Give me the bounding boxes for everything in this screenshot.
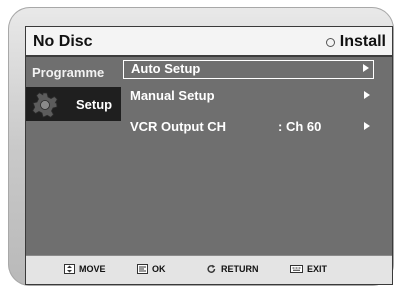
menu-item-label: Auto Setup — [131, 61, 201, 76]
ok-icon — [137, 264, 148, 274]
return-label: RETURN — [221, 264, 259, 274]
menu-item-label: Manual Setup — [130, 88, 215, 103]
gear-icon — [32, 92, 58, 118]
ring-icon — [325, 38, 335, 47]
move-label: MOVE — [79, 264, 106, 274]
tab-setup-label: Setup — [76, 97, 113, 112]
arrow-right-icon — [363, 64, 369, 72]
move-icon — [64, 264, 75, 274]
arrow-right-icon — [364, 91, 370, 99]
header-bar: No Disc Install — [26, 27, 392, 57]
ok-label: OK — [152, 264, 166, 274]
menu-item-vcr-output-ch[interactable]: VCR Output CH : Ch 60 — [123, 117, 374, 136]
osd-screen: No Disc Install Programme Setup Auto Set… — [25, 26, 393, 285]
menu-item-manual-setup[interactable]: Manual Setup — [123, 86, 374, 105]
move-hint: MOVE — [64, 264, 106, 274]
return-hint: RETURN — [206, 264, 259, 274]
ok-hint: OK — [137, 264, 166, 274]
exit-icon — [290, 265, 303, 273]
tab-programme[interactable]: Programme — [26, 61, 121, 85]
tab-setup[interactable]: Setup — [26, 87, 121, 121]
install-indicator: Install — [325, 33, 386, 51]
menu-item-label: VCR Output CH — [130, 119, 227, 134]
footer-help-bar: MOVE OK RETURN EXIT — [26, 255, 392, 284]
exit-hint: EXIT — [290, 264, 327, 274]
exit-label: EXIT — [307, 264, 328, 274]
tab-programme-label: Programme — [32, 65, 105, 80]
page-title: No Disc — [33, 33, 93, 50]
menu-item-value: : Ch 60 — [278, 119, 322, 134]
return-icon — [207, 264, 216, 273]
install-label: Install — [339, 33, 386, 50]
arrow-right-icon — [364, 122, 370, 130]
menu-item-auto-setup[interactable]: Auto Setup — [123, 60, 374, 79]
